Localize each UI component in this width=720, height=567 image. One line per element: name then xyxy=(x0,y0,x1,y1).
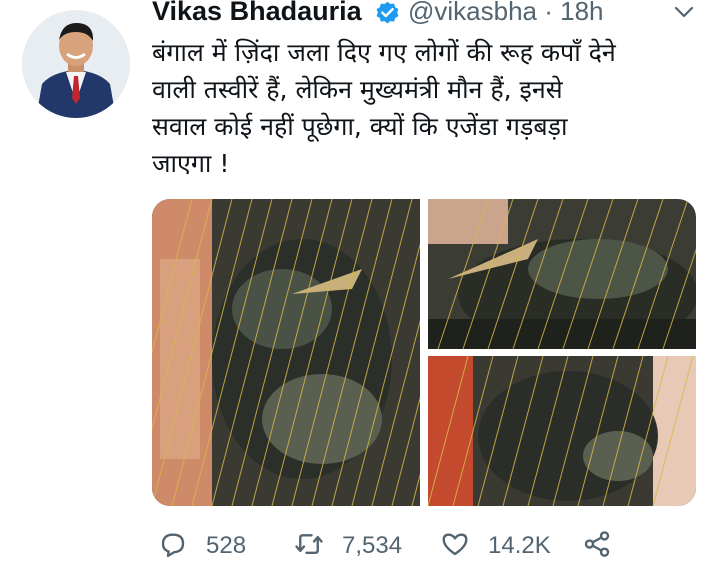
like-button[interactable]: 14.2K xyxy=(440,528,551,564)
retweet-icon xyxy=(294,529,324,563)
reply-icon xyxy=(158,529,188,563)
tweet-header: Vikas Bhadauria @vikasbha · 18h xyxy=(152,0,702,30)
photo-1[interactable] xyxy=(152,199,420,506)
photo-2[interactable] xyxy=(428,199,696,349)
like-count: 14.2K xyxy=(488,532,551,559)
share-button[interactable] xyxy=(582,528,612,564)
avatar-image xyxy=(22,10,130,118)
chevron-down-icon[interactable] xyxy=(672,0,696,24)
verified-badge-icon xyxy=(374,0,401,27)
retweet-button[interactable]: 7,534 xyxy=(294,528,402,564)
handle-and-timestamp[interactable]: @vikasbha · 18h xyxy=(408,0,604,27)
retweet-count: 7,534 xyxy=(342,532,403,559)
author-name[interactable]: Vikas Bhadauria xyxy=(152,0,362,27)
tweet-text: बंगाल में ज़िंदा जला दिए गए लोगों की रूह… xyxy=(152,38,616,178)
reply-count: 528 xyxy=(206,532,247,559)
share-icon xyxy=(582,529,612,563)
photo-3[interactable] xyxy=(428,356,696,506)
action-bar: 528 7,534 14.2K xyxy=(152,528,712,564)
reply-button[interactable]: 528 xyxy=(158,528,246,564)
media-grid xyxy=(152,199,696,506)
heart-icon xyxy=(440,529,470,563)
avatar[interactable] xyxy=(22,10,130,118)
